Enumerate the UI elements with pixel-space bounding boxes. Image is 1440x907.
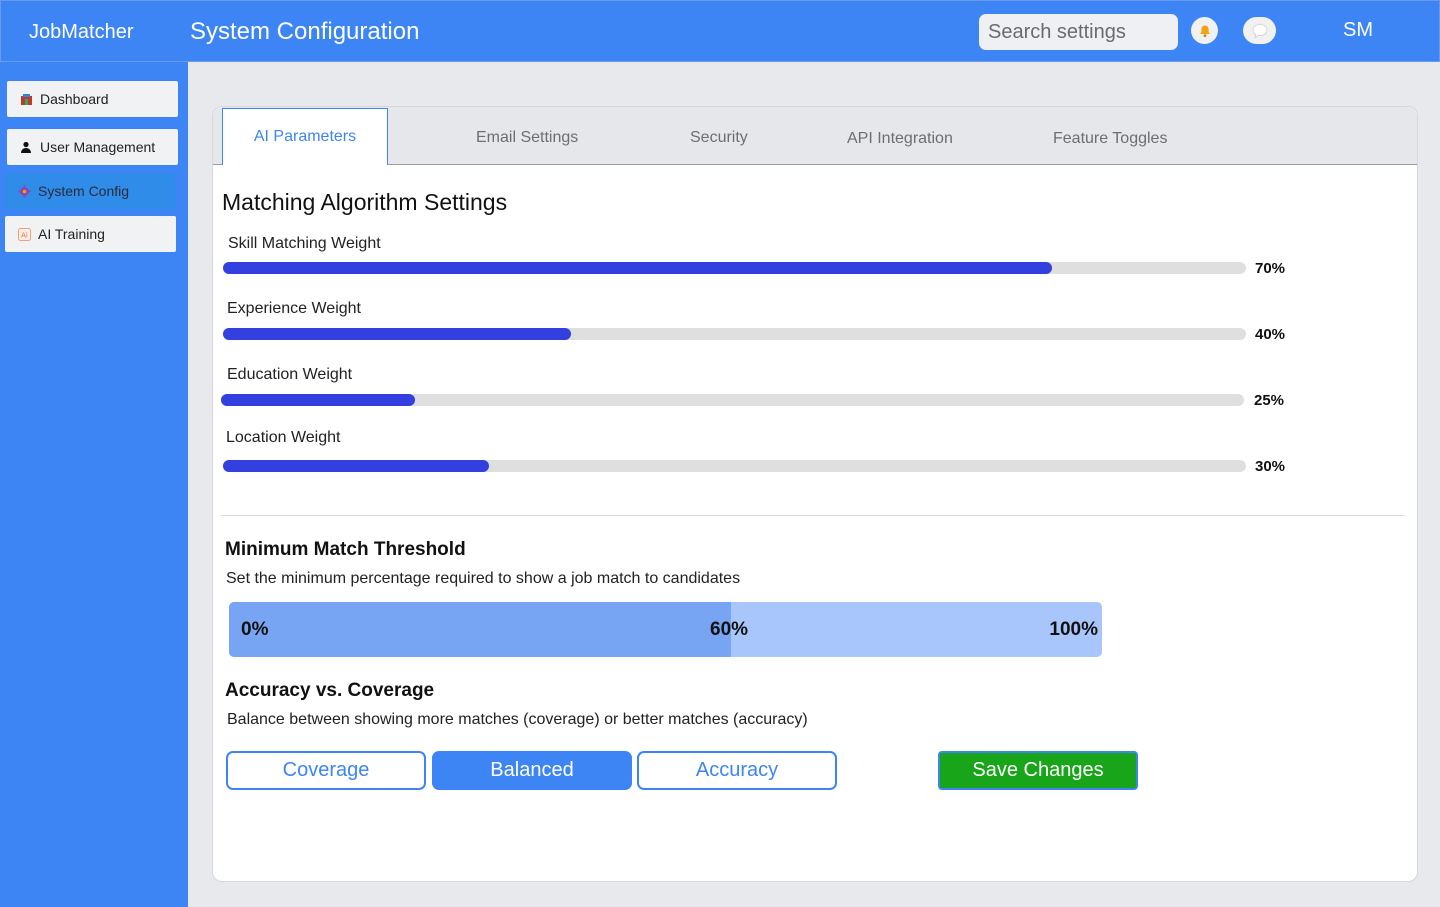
tab-bar: AI Parameters Email Settings Security AP… <box>213 107 1417 165</box>
weight-value-experience: 40% <box>1255 326 1286 343</box>
balance-description: Balance between showing more matches (co… <box>227 711 808 728</box>
threshold-title: Minimum Match Threshold <box>225 539 466 560</box>
weight-value-location: 30% <box>1255 458 1286 475</box>
bell-icon <box>1199 25 1210 37</box>
save-changes-button[interactable]: Save Changes <box>938 751 1138 790</box>
settings-card: AI Parameters Email Settings Security AP… <box>212 106 1418 882</box>
chat-icon <box>1252 23 1267 39</box>
slider-fill <box>221 394 416 406</box>
page-title: System Configuration <box>190 18 420 45</box>
threshold-description: Set the minimum percentage required to s… <box>226 570 741 587</box>
sidebar-item-ai-training[interactable]: Ai AI Training <box>5 216 176 252</box>
slider-fill <box>223 328 571 340</box>
threshold-fill <box>229 602 731 657</box>
weight-slider-education[interactable] <box>221 394 1244 406</box>
search-input[interactable]: Search settings <box>979 14 1178 50</box>
messages-button[interactable] <box>1243 17 1276 44</box>
sidebar-item-label: Dashboard <box>40 91 109 107</box>
app-brand[interactable]: JobMatcher <box>29 21 134 44</box>
svg-text:Ai: Ai <box>21 231 28 239</box>
weight-label-education: Education Weight <box>227 366 353 383</box>
slider-fill <box>223 262 1052 274</box>
tab-feature-toggles[interactable]: Feature Toggles <box>1053 130 1167 148</box>
accuracy-button[interactable]: Accuracy <box>637 751 837 790</box>
ai-icon: Ai <box>17 227 31 241</box>
weight-value-education: 25% <box>1254 392 1285 409</box>
coverage-button[interactable]: Coverage <box>226 751 426 790</box>
user-icon <box>19 140 33 154</box>
sidebar-item-system-config[interactable]: System Config <box>5 173 176 209</box>
sidebar-item-label: System Config <box>38 183 130 199</box>
sidebar-item-label: User Management <box>40 139 156 155</box>
weight-slider-location[interactable] <box>223 460 1246 472</box>
gear-icon <box>17 184 31 198</box>
sidebar-item-user-management[interactable]: User Management <box>7 129 178 165</box>
notification-button[interactable] <box>1191 17 1218 44</box>
section-divider <box>221 515 1405 516</box>
sidebar: Dashboard User Management System Config … <box>0 62 188 907</box>
weight-label-location: Location Weight <box>226 429 341 446</box>
threshold-min-label: 0% <box>241 619 269 640</box>
threshold-slider[interactable]: 0% 60% 100% <box>229 602 1102 657</box>
tab-ai-parameters[interactable]: AI Parameters <box>222 108 388 165</box>
tab-security[interactable]: Security <box>690 129 748 147</box>
threshold-max-label: 100% <box>1049 619 1098 640</box>
dashboard-icon <box>19 92 33 106</box>
avatar[interactable]: SM <box>1343 19 1373 42</box>
tab-api-integration[interactable]: API Integration <box>847 130 953 148</box>
balance-title: Accuracy vs. Coverage <box>225 680 435 701</box>
slider-fill <box>223 460 489 472</box>
weight-label-experience: Experience Weight <box>227 300 361 317</box>
weight-value-skill: 70% <box>1255 260 1286 277</box>
sidebar-item-label: AI Training <box>38 226 105 242</box>
weight-slider-experience[interactable] <box>223 328 1246 340</box>
weight-slider-skill[interactable] <box>223 262 1246 274</box>
weight-label-skill: Skill Matching Weight <box>228 235 381 252</box>
threshold-current-value[interactable]: 60% <box>710 619 748 641</box>
tab-email-settings[interactable]: Email Settings <box>476 129 578 147</box>
section-title-matching: Matching Algorithm Settings <box>222 189 508 215</box>
sidebar-item-dashboard[interactable]: Dashboard <box>7 81 178 117</box>
top-bar: JobMatcher System Configuration Search s… <box>0 0 1440 62</box>
balanced-button[interactable]: Balanced <box>432 751 632 790</box>
